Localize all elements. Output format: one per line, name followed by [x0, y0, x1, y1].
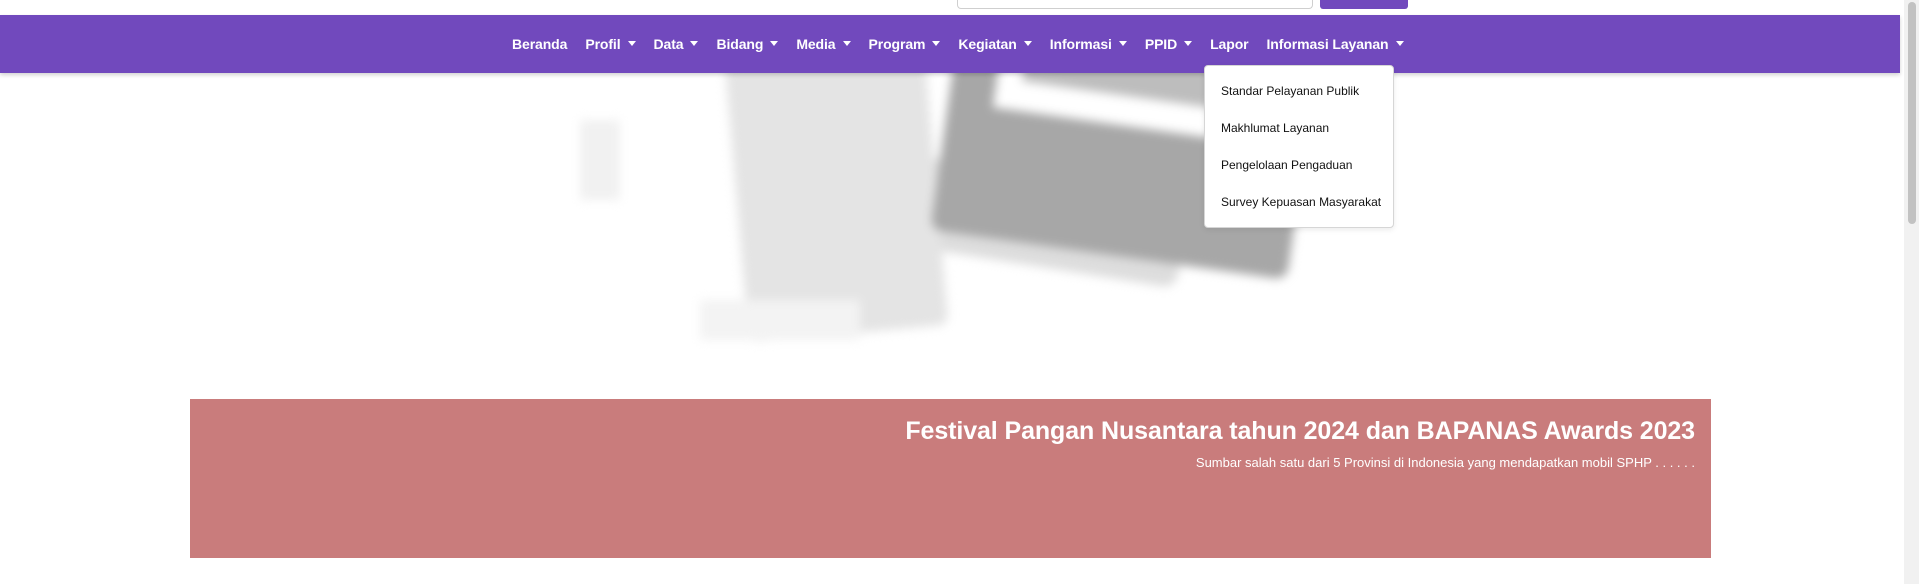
nav-item-label: Beranda — [512, 36, 568, 52]
nav-item-beranda[interactable]: Beranda — [503, 15, 576, 73]
search-button[interactable] — [1320, 0, 1408, 9]
page-scrollbar[interactable] — [1904, 0, 1919, 584]
nav-item-ppid[interactable]: PPID — [1136, 15, 1201, 73]
page: Beranda Profil Data Bidang Media Program — [0, 0, 1919, 584]
nav-item-informasi[interactable]: Informasi — [1041, 15, 1136, 73]
informasi-layanan-dropdown-menu: Standar Pelayanan Publik Makhlumat Layan… — [1204, 65, 1394, 228]
caret-down-icon — [1118, 40, 1127, 46]
caret-down-icon — [627, 40, 636, 46]
dropdown-item-makhlumat-layanan[interactable]: Makhlumat Layanan — [1205, 110, 1393, 147]
caret-down-icon — [690, 40, 699, 46]
dropdown-item-standar-pelayanan-publik[interactable]: Standar Pelayanan Publik — [1205, 73, 1393, 110]
nav-item-label: Profil — [585, 36, 621, 52]
scrollbar-thumb[interactable] — [1908, 2, 1916, 224]
nav-item-media[interactable]: Media — [787, 15, 859, 73]
nav-item-label: Media — [796, 36, 836, 52]
banner-subtitle: Sumbar salah satu dari 5 Provinsi di Ind… — [1195, 455, 1695, 470]
nav-item-kegiatan[interactable]: Kegiatan — [949, 15, 1040, 73]
nav-item-profil[interactable]: Profil — [576, 15, 644, 73]
banner-title: Festival Pangan Nusantara tahun 2024 dan… — [905, 417, 1695, 445]
dropdown-item-pengelolaan-pengaduan[interactable]: Pengelolaan Pengaduan — [1205, 147, 1393, 184]
caret-down-icon — [842, 40, 851, 46]
nav-item-label: Informasi — [1049, 36, 1112, 52]
caret-down-icon — [1023, 40, 1032, 46]
nav-item-label: PPID — [1144, 36, 1178, 52]
dropdown-item-survey-kepuasan-masyarakat[interactable]: Survey Kepuasan Masyarakat — [1205, 184, 1393, 221]
hero-logo-image — [580, 60, 1300, 342]
nav-item-bidang[interactable]: Bidang — [707, 15, 787, 73]
nav-item-program[interactable]: Program — [860, 15, 950, 73]
caret-down-icon — [770, 40, 779, 46]
nav-item-label: Informasi Layanan — [1266, 36, 1389, 52]
nav-item-label: Program — [868, 36, 926, 52]
nav-item-data[interactable]: Data — [645, 15, 708, 73]
hero-banner[interactable]: Festival Pangan Nusantara tahun 2024 dan… — [190, 399, 1711, 558]
caret-down-icon — [1395, 40, 1404, 46]
nav-item-label: Lapor — [1210, 36, 1249, 52]
caret-down-icon — [932, 40, 941, 46]
main-navbar: Beranda Profil Data Bidang Media Program — [0, 15, 1900, 73]
nav-item-label: Bidang — [716, 36, 764, 52]
nav-item-label: Kegiatan — [958, 36, 1017, 52]
nav-item-label: Data — [653, 36, 684, 52]
search-input[interactable] — [957, 0, 1313, 9]
caret-down-icon — [1184, 40, 1193, 46]
